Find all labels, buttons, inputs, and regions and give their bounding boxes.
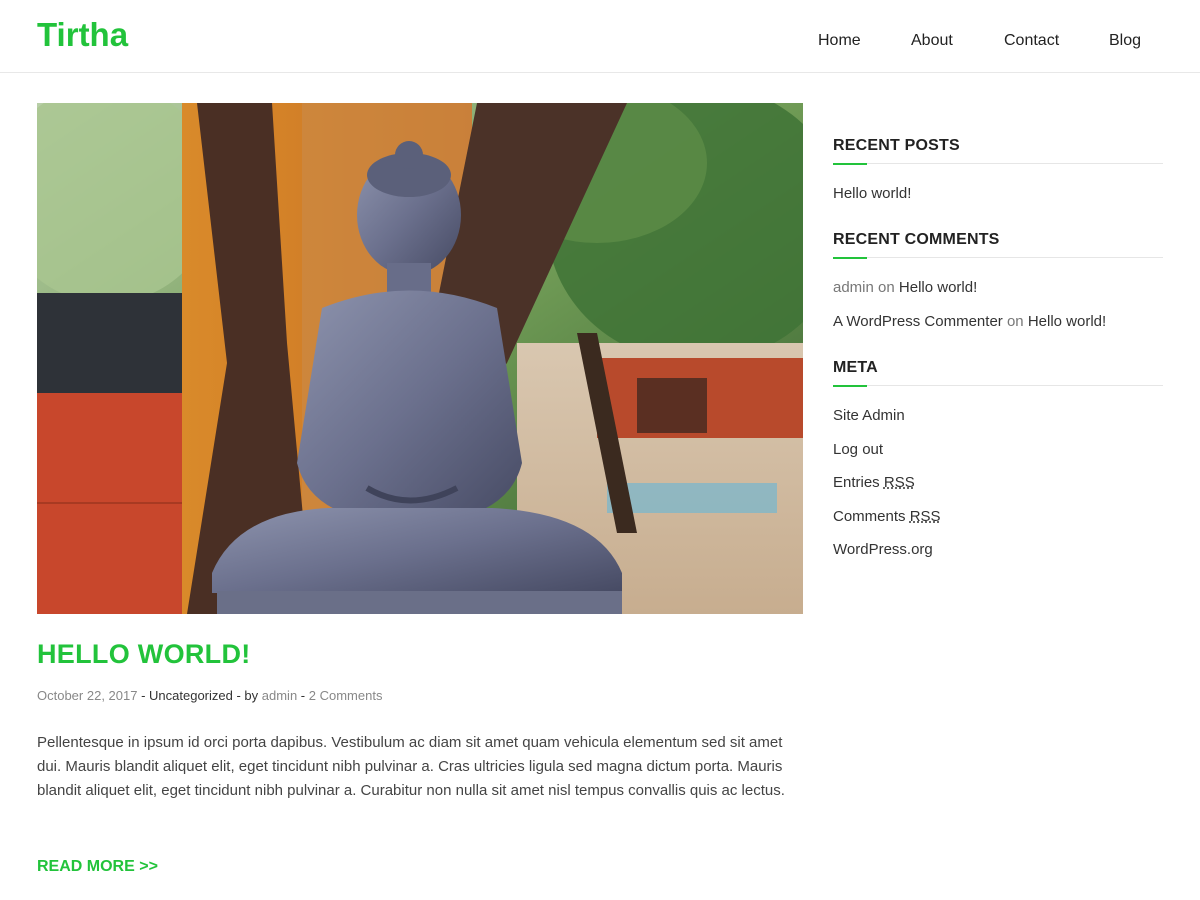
comment-author-link[interactable]: A WordPress Commenter [833,313,1003,330]
rss-abbr: RSS [883,474,915,491]
comments-label: Comments [833,508,910,525]
nav-item-home[interactable]: Home [818,31,861,51]
featured-image[interactable] [37,103,803,614]
buddha-statue-photo [37,103,803,614]
widget-divider [833,385,1163,387]
read-more-link[interactable]: READ MORE >> [37,857,158,877]
meta-separator: - [137,688,150,703]
post-title[interactable]: HELLO WORLD! [37,636,251,672]
nav-item-blog[interactable]: Blog [1109,31,1141,51]
post-comments-link[interactable]: 2 Comments [309,688,383,703]
comment-on: on [873,279,899,296]
meta-by: - by [232,688,262,703]
wordpress-org-link[interactable]: WordPress.org [833,540,933,560]
widget-divider [833,163,1163,165]
post-meta: October 22, 2017 - Uncategorized - by ad… [37,687,382,704]
recent-posts-title: RECENT POSTS [833,137,960,154]
comment-post-link[interactable]: Hello world! [899,279,977,296]
recent-comment-item: admin on Hello world! [833,278,977,298]
nav-item-about[interactable]: About [911,31,953,51]
recent-post-link[interactable]: Hello world! [833,184,911,204]
recent-comments-title: RECENT COMMENTS [833,231,1000,248]
widget-divider [833,257,1163,259]
post-excerpt: Pellentesque in ipsum id orci porta dapi… [37,734,785,799]
main-nav: Home About Contact Blog [0,31,1200,51]
meta-separator: - [297,688,309,703]
comment-author: admin [833,279,874,296]
site-admin-link[interactable]: Site Admin [833,406,905,426]
post-date[interactable]: October 22, 2017 [37,688,137,703]
site-header: Tirtha Home About Contact Blog [0,0,1200,73]
recent-comment-item: A WordPress Commenter on Hello world! [833,312,1106,332]
entries-rss-link[interactable]: Entries RSS [833,473,915,493]
nav-item-contact[interactable]: Contact [1004,31,1059,51]
rss-abbr: RSS [909,508,941,525]
post-author-link[interactable]: admin [262,688,297,703]
comment-on: on [1002,313,1028,330]
entries-label: Entries [833,474,884,491]
comments-rss-link[interactable]: Comments RSS [833,507,941,527]
post-category-link[interactable]: Uncategorized [149,688,233,703]
comment-post-link[interactable]: Hello world! [1028,313,1106,330]
log-out-link[interactable]: Log out [833,440,883,460]
meta-title: META [833,359,878,376]
